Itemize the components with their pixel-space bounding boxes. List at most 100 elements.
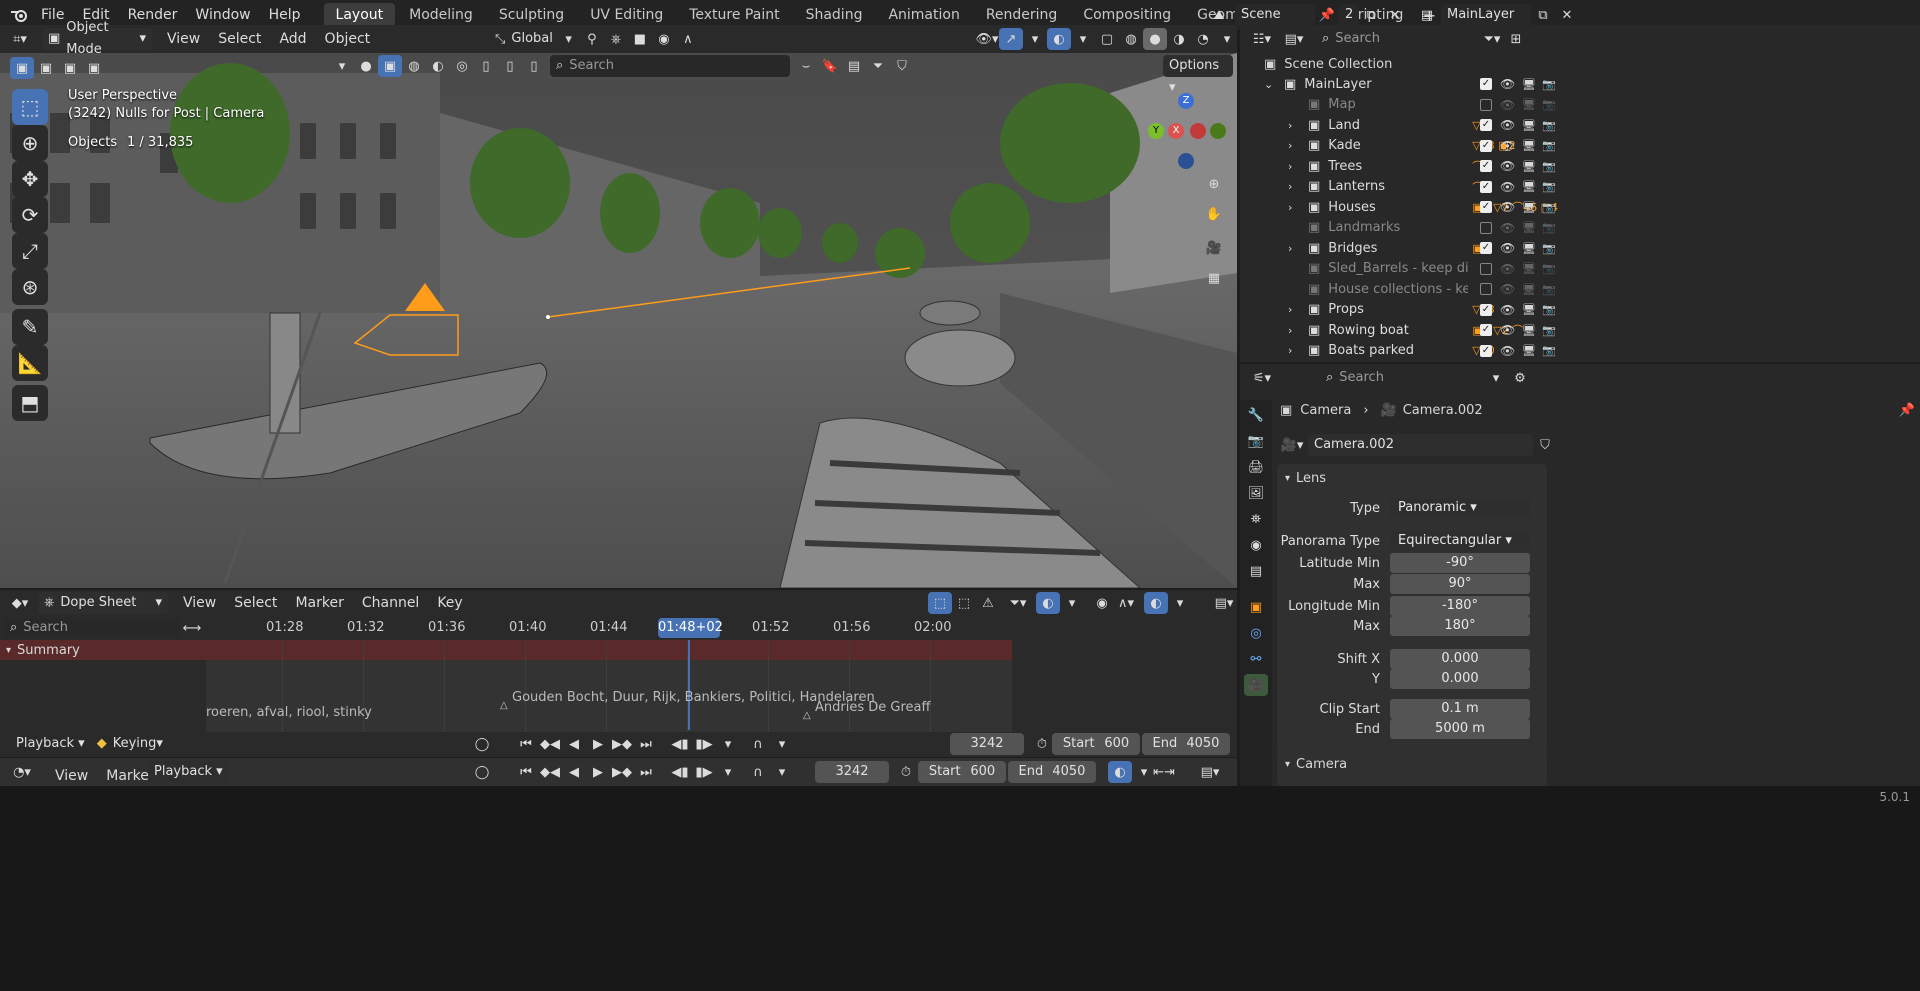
expand-chevron-icon[interactable]: › <box>1288 303 1302 316</box>
exclude-checkbox[interactable]: ✓ <box>1480 201 1492 213</box>
prev-marker-icon[interactable]: ◀▮ <box>668 761 692 783</box>
eye-icon[interactable]: 👁 <box>1500 180 1515 194</box>
expand-chevron-icon[interactable]: › <box>1288 201 1302 214</box>
editor-type-icon[interactable]: ⌗▾ <box>8 28 32 50</box>
dopesheet-menu-marker[interactable]: Marker <box>286 588 352 618</box>
monitor-icon[interactable]: 🖥 <box>1522 180 1536 193</box>
physics-tab-icon[interactable]: ◎ <box>1244 622 1268 644</box>
dopesheet-menu-select[interactable]: Select <box>225 588 286 618</box>
only-errors-icon[interactable]: ⚠ <box>976 592 1000 614</box>
add-cube-tool-icon[interactable]: ⬒ <box>12 385 48 421</box>
outliner-search-input[interactable]: ⌕ Search <box>1316 28 1436 50</box>
monitor-icon[interactable]: 🖥 <box>1522 242 1536 255</box>
timeline-frame-field[interactable]: 3242 <box>815 761 889 783</box>
outliner-row-mainlayer[interactable]: ⌄ ▣ MainLayer ✓ 👁 🖥 📷 <box>1240 74 1920 94</box>
longitude-max-field[interactable]: 180° <box>1390 616 1530 636</box>
outliner-row-house-collections-keep-di[interactable]: ▣ House collections - keep di 👁 🖥 📷 <box>1240 279 1920 299</box>
play-reverse-icon[interactable]: ◀ <box>562 761 586 783</box>
close-layer-icon[interactable]: ✕ <box>1555 4 1579 26</box>
zoom-icon[interactable]: ⊕ <box>1202 173 1226 195</box>
render-camera-icon[interactable]: 📷 <box>1542 303 1556 316</box>
workspace-tab-modeling[interactable]: Modeling <box>397 3 485 27</box>
camera-view-icon[interactable]: 🎥 <box>1202 237 1226 259</box>
viewport-menu-view[interactable]: View <box>158 24 209 54</box>
monitor-icon[interactable]: 🖥 <box>1522 139 1536 152</box>
blender-logo-icon[interactable] <box>6 4 32 26</box>
color-wheel-icon[interactable]: ● <box>354 55 378 77</box>
exclude-checkbox[interactable]: ✓ <box>1480 119 1492 131</box>
play-icon[interactable]: ▶ <box>586 733 610 755</box>
pan-hand-icon[interactable]: ✋ <box>1202 203 1226 225</box>
longitude-min-field[interactable]: -180° <box>1390 596 1530 616</box>
outliner-row-sled-barrels-keep-disable[interactable]: ▣ Sled_Barrels - keep disable 👁 🖥 📷 <box>1240 259 1920 279</box>
exclude-checkbox[interactable]: ✓ <box>1480 242 1492 254</box>
range-icon[interactable]: ⇤⇥ <box>1152 761 1176 783</box>
duplicate-layer-icon[interactable]: ⧉ <box>1531 4 1555 26</box>
fake-user-shield-icon[interactable]: ⛉ <box>1533 434 1557 456</box>
workspace-tab-shading[interactable]: Shading <box>794 3 875 27</box>
current-time-indicator[interactable]: 01:48+02 <box>658 618 723 638</box>
overlay-dropdown-icon[interactable]: ▾ <box>1060 592 1084 614</box>
constraints-tab-icon[interactable]: ⚯ <box>1244 648 1268 670</box>
rendered-shading-icon[interactable]: ◔ <box>1191 28 1215 50</box>
workspace-tab-texture-paint[interactable]: Texture Paint <box>677 3 791 27</box>
filter-extra-icon[interactable]: ▯ <box>522 55 546 77</box>
exclude-checkbox[interactable] <box>1480 221 1492 234</box>
xray-icon[interactable]: ▢ <box>1095 28 1119 50</box>
snap-icon[interactable]: ⎈ <box>604 28 628 50</box>
filter-icon[interactable]: ⏷ <box>866 55 890 77</box>
next-marker-icon[interactable]: ▮▶ <box>692 761 716 783</box>
pin-icon[interactable]: 📌 <box>1315 4 1339 26</box>
overlay-toggle-icon[interactable]: ◐ <box>1047 28 1071 50</box>
duplicate-scene-icon[interactable]: ⧉ <box>1359 4 1383 26</box>
eye-icon[interactable]: 👁 <box>1500 98 1515 112</box>
render-camera-icon[interactable]: 📷 <box>1542 221 1556 234</box>
marker-triangle-icon[interactable]: △ <box>500 700 508 711</box>
time-ruler[interactable]: 01:28 01:32 01:36 01:40 01:44 01:52 01:56 02:00… <box>206 616 1012 640</box>
pin-icon[interactable]: 📌 <box>1895 399 1919 421</box>
outliner-row-land[interactable]: ›▣Land▽2✓👁🖥📷 <box>1240 115 1920 135</box>
exclude-checkbox[interactable]: ✓ <box>1480 344 1492 357</box>
view-layer-field[interactable]: MainLayer <box>1441 4 1531 26</box>
snap-magnet-icon[interactable]: ∩ <box>746 761 770 783</box>
panorama-type-dropdown[interactable]: Equirectangular ▾ <box>1390 531 1530 551</box>
next-marker-icon[interactable]: ▮▶ <box>692 733 716 755</box>
play-icon[interactable]: ▶ <box>586 761 610 783</box>
annotate-tool-icon[interactable]: ✎ <box>12 309 48 345</box>
tool-tab-icon[interactable]: 🔧 <box>1244 404 1268 426</box>
only-selected-icon[interactable]: ⬚ <box>928 592 952 614</box>
exclude-checkbox[interactable] <box>1480 283 1492 295</box>
chevron-down-icon[interactable]: ▾ <box>1484 367 1508 389</box>
datablock-name-field[interactable]: Camera.002 <box>1308 434 1533 456</box>
display-mode-icon[interactable]: ▤▾ <box>1282 28 1306 50</box>
eye-icon[interactable]: 👁 <box>1500 200 1515 214</box>
stopwatch-icon[interactable]: ⏱ <box>1030 733 1054 755</box>
marker-dropdown-icon[interactable]: ▾ <box>716 761 740 783</box>
eye-icon[interactable]: 👁 <box>1500 77 1515 91</box>
layout-icon[interactable]: ▤ <box>842 55 866 77</box>
workspace-tab-compositing[interactable]: Compositing <box>1071 3 1183 27</box>
snap-target-icon[interactable]: ■ <box>628 28 652 50</box>
monitor-icon[interactable]: 🖥 <box>1522 160 1536 173</box>
jump-end-icon[interactable]: ⏭ <box>634 733 658 755</box>
expand-chevron-icon[interactable]: › <box>1288 242 1302 255</box>
snap-magnet-dropdown-icon[interactable]: ▾ <box>770 761 794 783</box>
workspace-tab-animation[interactable]: Animation <box>876 3 971 27</box>
keying-dropdown[interactable]: ◆ Keying ▾ <box>91 733 169 755</box>
outliner-row-kade[interactable]: › ▣ Kade ▽13 ▣2 ✓ 👁 🖥 📷 <box>1240 136 1920 156</box>
record-icon[interactable]: ◯ <box>470 761 494 783</box>
prev-keyframe-icon[interactable]: ◆◀ <box>538 733 562 755</box>
start-frame-field[interactable]: Start 600 <box>1052 733 1140 755</box>
scene-icon[interactable]: ⛰ <box>1207 4 1231 26</box>
eye-icon[interactable]: 👁 <box>1500 262 1515 276</box>
bookmark-icon[interactable]: 🔖 <box>818 55 842 77</box>
show-hidden-icon[interactable]: ⬚ <box>952 592 976 614</box>
breadcrumb-object[interactable]: Camera <box>1300 403 1351 418</box>
exclude-checkbox[interactable]: ✓ <box>1480 78 1492 90</box>
proportional-edit-icon[interactable]: ◉ <box>652 28 676 50</box>
dopesheet-mode-dropdown[interactable]: ⎈ Dope Sheet ▾ <box>38 592 168 614</box>
expand-chevron-icon[interactable]: › <box>1288 180 1302 193</box>
filter-icon[interactable]: ⏷▾ <box>1006 592 1030 614</box>
stopwatch-icon[interactable]: ⏱ <box>894 761 918 783</box>
view-menu-icon[interactable]: ▤▾ <box>1212 592 1236 614</box>
